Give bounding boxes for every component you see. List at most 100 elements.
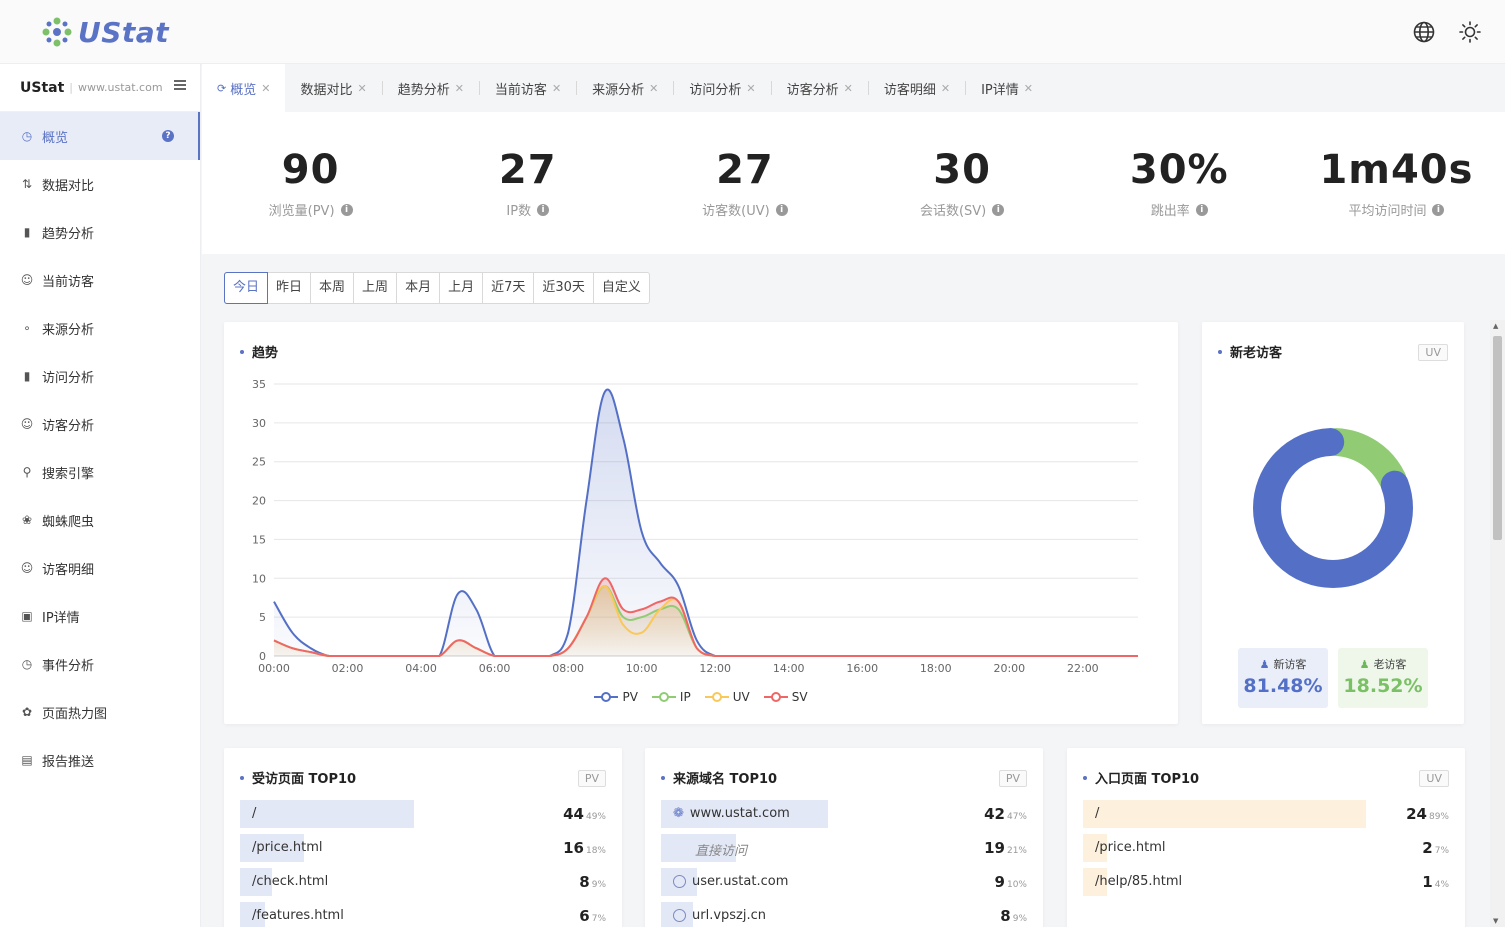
visitors-badge[interactable]: UV xyxy=(1418,344,1448,361)
tab[interactable]: 数据对比 ✕ xyxy=(285,64,381,112)
top-domains-badge[interactable]: PV xyxy=(998,770,1027,787)
y-tick-label: 35 xyxy=(252,378,266,391)
trend-icon: ▮ xyxy=(23,225,31,239)
sidebar-item[interactable]: ⚲ 搜索引擎 xyxy=(0,448,200,496)
tab[interactable]: 访问分析 ✕ xyxy=(674,64,770,112)
close-icon[interactable]: ✕ xyxy=(746,82,755,95)
sidebar-item[interactable]: ☺ 当前访客 xyxy=(0,256,200,304)
info-icon[interactable]: i xyxy=(775,203,788,216)
date-range-button[interactable]: 本周 xyxy=(311,273,355,303)
page-scrollbar[interactable]: ▲ ▼ xyxy=(1490,320,1505,927)
legend-item[interactable]: UV xyxy=(704,690,750,704)
help-icon[interactable]: ? xyxy=(162,130,174,142)
legend-item[interactable]: PV xyxy=(594,690,638,704)
list-item[interactable]: /check.html 8 9% xyxy=(240,868,606,902)
tab[interactable]: ⟳ 概览 ✕ xyxy=(202,64,286,112)
date-range-button[interactable]: 本月 xyxy=(397,273,441,303)
top-pages-title: 受访页面 TOP10 xyxy=(240,768,356,787)
close-icon[interactable]: ✕ xyxy=(1024,82,1033,95)
sidebar-item[interactable]: ☺ 访客明细 xyxy=(0,544,200,592)
tab-label: 来源分析 xyxy=(592,82,645,98)
tab[interactable]: 来源分析 ✕ xyxy=(577,64,673,112)
scrollbar-thumb[interactable] xyxy=(1493,336,1502,540)
sidebar-item[interactable]: ▮ 访问分析 xyxy=(0,352,200,400)
date-range-button[interactable]: 近7天 xyxy=(483,273,535,303)
list-item[interactable]: / 44 49% xyxy=(240,800,606,834)
old-visitor-icon: ♟ xyxy=(1359,657,1370,671)
scroll-up-icon[interactable]: ▲ xyxy=(1493,322,1498,330)
tab-label: IP详情 xyxy=(981,82,1019,98)
sidebar-item[interactable]: ▣ IP详情 xyxy=(0,592,200,640)
sidebar-item[interactable]: ✿ 页面热力图 xyxy=(0,688,200,736)
sidebar-nav: ◷ 概览? ⇅ 数据对比 ▮ 趋势分析 ☺ 当前访客 ∘ 来源分析 ▮ 访问分析 ☺ 访客分… xyxy=(0,112,200,784)
bar-chart-icon: ▮ xyxy=(23,369,31,383)
site-selector[interactable]: UStat | www.ustat.com xyxy=(0,64,200,112)
list-item[interactable]: user.ustat.com 9 10% xyxy=(661,868,1027,902)
sidebar-item[interactable]: ❀ 蜘蛛爬虫 xyxy=(0,496,200,544)
list-item[interactable]: 直接访问 19 21% xyxy=(661,834,1027,868)
sidebar-item[interactable]: ▤ 报告推送 xyxy=(0,736,200,784)
list-item[interactable]: url.vpszj.cn 8 9% xyxy=(661,902,1027,927)
date-range-button[interactable]: 今日 xyxy=(224,272,269,304)
tab[interactable]: 访客分析 ✕ xyxy=(772,64,868,112)
list-item-percent: 89% xyxy=(1428,812,1449,822)
refresh-icon[interactable]: ⟳ xyxy=(217,82,226,95)
site-separator: | xyxy=(69,81,74,94)
sidebar-item-label: 当前访客 xyxy=(42,274,95,290)
top-entries-badge[interactable]: UV xyxy=(1419,770,1449,787)
tab[interactable]: 趋势分析 ✕ xyxy=(383,64,479,112)
legend-item[interactable]: IP xyxy=(651,690,691,704)
legend-item[interactable]: SV xyxy=(763,690,808,704)
list-item[interactable]: /price.html 16 18% xyxy=(240,834,606,868)
info-icon[interactable]: i xyxy=(340,203,353,216)
top-pages-badge[interactable]: PV xyxy=(577,770,606,787)
tab-label: 访客分析 xyxy=(786,82,839,98)
sun-icon[interactable] xyxy=(1458,20,1482,44)
info-icon[interactable]: i xyxy=(537,203,550,216)
list-item-percent: 18% xyxy=(585,846,606,856)
list-item[interactable]: ❁ www.ustat.com 42 47% xyxy=(661,800,1027,834)
tab[interactable]: 当前访客 ✕ xyxy=(480,64,576,112)
list-item[interactable]: /price.html 2 7% xyxy=(1083,834,1449,868)
tab[interactable]: 访客明细 ✕ xyxy=(869,64,965,112)
scroll-down-icon[interactable]: ▼ xyxy=(1493,917,1498,925)
stat-card: 1m40s 平均访问时间 i xyxy=(1288,112,1505,254)
top-pages-list: / 44 49% /price.html 16 18% /check.html 89… xyxy=(240,800,606,927)
close-icon[interactable]: ✕ xyxy=(552,82,561,95)
close-icon[interactable]: ✕ xyxy=(261,82,270,95)
y-tick-label: 10 xyxy=(252,572,266,585)
sidebar-item[interactable]: ◷ 事件分析 xyxy=(0,640,200,688)
list-item[interactable]: /features.html 6 7% xyxy=(240,902,606,927)
sidebar-item[interactable]: ⇅ 数据对比 xyxy=(0,160,200,208)
menu-toggle-icon[interactable] xyxy=(174,80,186,94)
info-icon[interactable]: i xyxy=(1195,203,1208,216)
date-range-button[interactable]: 近30天 xyxy=(534,273,594,303)
list-item-name: url.vpszj.cn xyxy=(692,908,767,923)
date-range-button[interactable]: 自定义 xyxy=(594,273,649,303)
info-icon[interactable]: i xyxy=(1432,203,1445,216)
globe-icon xyxy=(673,909,686,922)
tab-label: 访客明细 xyxy=(883,82,936,98)
date-range-button[interactable]: 昨日 xyxy=(268,273,312,303)
close-icon[interactable]: ✕ xyxy=(941,82,950,95)
logo[interactable]: UStat xyxy=(40,14,169,50)
tab-label: 数据对比 xyxy=(300,82,353,98)
close-icon[interactable]: ✕ xyxy=(455,82,464,95)
close-icon[interactable]: ✕ xyxy=(649,82,658,95)
series-area xyxy=(274,586,1138,656)
date-range-button[interactable]: 上月 xyxy=(440,273,484,303)
tab-label: 概览 xyxy=(230,82,257,98)
sidebar-item-label: 报告推送 xyxy=(42,754,95,770)
close-icon[interactable]: ✕ xyxy=(357,82,366,95)
list-item[interactable]: / 24 89% xyxy=(1083,800,1449,834)
globe-icon[interactable] xyxy=(1412,20,1436,44)
close-icon[interactable]: ✕ xyxy=(844,82,853,95)
sidebar-item[interactable]: ▮ 趋势分析 xyxy=(0,208,200,256)
list-item[interactable]: /help/85.html 1 4% xyxy=(1083,868,1449,902)
sidebar-item[interactable]: ◷ 概览? xyxy=(0,112,200,160)
tab[interactable]: IP详情 ✕ xyxy=(966,64,1048,112)
sidebar-item[interactable]: ∘ 来源分析 xyxy=(0,304,200,352)
info-icon[interactable]: i xyxy=(992,203,1005,216)
sidebar-item[interactable]: ☺ 访客分析 xyxy=(0,400,200,448)
date-range-button[interactable]: 上周 xyxy=(354,273,398,303)
